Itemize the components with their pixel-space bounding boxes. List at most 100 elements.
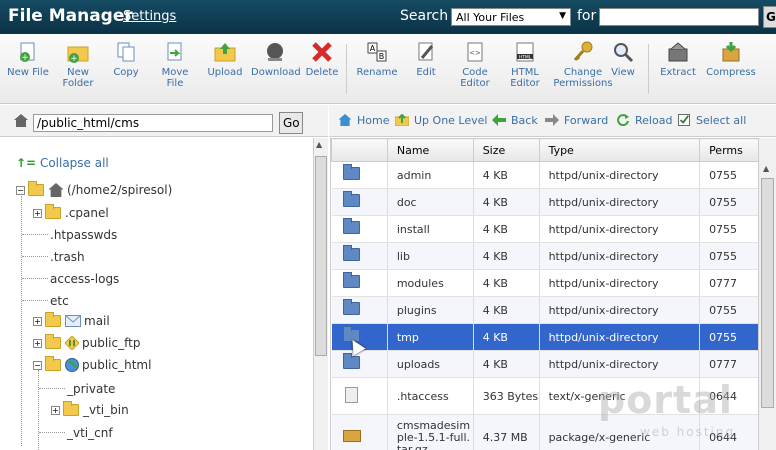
file-size: 4 KB (473, 296, 540, 324)
new-file-label: New File (7, 67, 49, 78)
html-editor-button[interactable]: HTML HTML Editor (505, 40, 545, 89)
tree-item-vti-cnf[interactable]: _vti_cnf (67, 424, 113, 442)
tree-item-label: public_ftp (82, 336, 141, 350)
compress-button[interactable]: Compress (705, 40, 757, 78)
upload-button[interactable]: Upload (206, 40, 244, 78)
file-perms: 0755 (699, 161, 758, 189)
column-perms[interactable]: Perms (699, 138, 758, 162)
file-list-scrollbar-thumb[interactable] (761, 178, 774, 408)
folder-icon (342, 245, 360, 261)
folder-icon (45, 312, 61, 327)
search-scope-select[interactable]: All Your Files ▼ (451, 8, 571, 26)
html-editor-label: HTML Editor (510, 67, 540, 89)
column-size[interactable]: Size (472, 138, 540, 162)
tree-item-vti-bin[interactable]: + _vti_bin (51, 401, 129, 419)
header-bar: File Manager Settings Search All Your Fi… (0, 0, 776, 34)
file-row[interactable]: plugins 4 KB httpd/unix-directory 0755 (331, 296, 758, 324)
path-go-button[interactable]: Go (279, 112, 303, 134)
extract-label: Extract (660, 67, 696, 78)
path-input[interactable]: /public_html/cms (33, 114, 273, 132)
file-type: httpd/unix-directory (539, 161, 701, 189)
tree-item-label: access-logs (50, 272, 120, 286)
nav-reload-button[interactable]: Reload (616, 114, 672, 127)
extract-button[interactable]: Extract (658, 40, 698, 78)
file-list-scrollbar[interactable]: ▲ (758, 138, 776, 450)
tree-scrollbar-thumb[interactable] (315, 156, 327, 356)
tree-item-htpasswds[interactable]: .htpasswds (50, 226, 117, 244)
permissions-key-icon (573, 41, 593, 61)
new-file-button[interactable]: + New File (6, 40, 50, 78)
file-row[interactable]: modules 4 KB httpd/unix-directory 0777 (331, 269, 758, 297)
file-row[interactable]: install 4 KB httpd/unix-directory 0755 (331, 215, 758, 243)
file-size: 4.37 MB (473, 414, 540, 450)
nav-back-label: Back (511, 114, 538, 127)
file-name: uploads (387, 350, 474, 378)
nav-up-one-level-button[interactable]: Up One Level (395, 114, 487, 127)
collapse-toggle-icon: − (16, 185, 25, 195)
tree-scrollbar[interactable]: ▲ (313, 138, 328, 450)
collapse-all-link[interactable]: ↑= Collapse all (16, 156, 109, 170)
download-button[interactable]: Download (251, 40, 301, 78)
back-arrow-icon (492, 114, 506, 126)
new-folder-button[interactable]: + New Folder (56, 40, 100, 89)
tree-item-public-ftp[interactable]: + public_ftp (33, 334, 140, 352)
tree-item-access-logs[interactable]: access-logs (50, 270, 119, 288)
rename-label: Rename (356, 67, 398, 78)
expand-toggle-icon: + (33, 208, 42, 218)
package-icon (342, 430, 361, 442)
move-file-button[interactable]: Move File (158, 40, 192, 89)
nav-select-all-button[interactable]: Select all (677, 114, 746, 127)
file-perms: 0755 (699, 323, 758, 351)
settings-link[interactable]: Settings (123, 9, 176, 24)
code-editor-label: Code Editor (460, 67, 490, 89)
tree-item-label: .cpanel (65, 206, 109, 220)
column-type[interactable]: Type (538, 138, 701, 162)
search-go-button[interactable]: Go (763, 6, 776, 28)
code-editor-icon: <> (467, 42, 483, 62)
scroll-up-arrow-icon[interactable]: ▲ (316, 140, 322, 149)
copy-button[interactable]: Copy (110, 40, 142, 78)
file-name: modules (387, 269, 474, 297)
tree-item-cpanel[interactable]: + .cpanel (33, 204, 109, 222)
search-input[interactable] (599, 8, 759, 26)
file-name: doc (387, 188, 474, 216)
file-name: cmsmadesimple-1.5.1-full.tar.gz (387, 414, 474, 450)
code-editor-button[interactable]: <> Code Editor (457, 40, 493, 89)
tree-item-trash[interactable]: .trash (50, 248, 85, 266)
checkbox-checked-icon (678, 114, 690, 126)
scroll-up-arrow-icon[interactable]: ▲ (763, 164, 769, 173)
nav-home-button[interactable]: Home (338, 114, 389, 127)
tree-item-label: .trash (50, 250, 85, 264)
folder-icon (45, 204, 61, 219)
mail-envelope-icon (65, 315, 81, 327)
tree-root[interactable]: − (/home2/spiresol) (16, 181, 172, 199)
file-row[interactable]: lib 4 KB httpd/unix-directory 0755 (331, 242, 758, 270)
file-row[interactable]: uploads 4 KB httpd/unix-directory 0777 (331, 350, 758, 378)
nav-back-button[interactable]: Back (492, 114, 538, 127)
file-row[interactable]: doc 4 KB httpd/unix-directory 0755 (331, 188, 758, 216)
tree-item-etc[interactable]: etc (50, 292, 69, 310)
file-size: 4 KB (473, 242, 540, 270)
file-type: httpd/unix-directory (539, 188, 701, 216)
file-size: 4 KB (473, 269, 540, 297)
tree-item-private[interactable]: _private (67, 380, 115, 398)
file-perms: 0755 (699, 242, 758, 270)
download-label: Download (251, 67, 301, 78)
file-row-selected[interactable]: tmp 4 KB httpd/unix-directory 0755 (331, 323, 758, 351)
edit-button[interactable]: Edit (412, 40, 440, 78)
folder-open-icon (45, 356, 61, 371)
change-permissions-button[interactable]: Change Permissions (552, 40, 614, 89)
column-name[interactable]: Name (386, 138, 474, 162)
file-row[interactable]: admin 4 KB httpd/unix-directory 0755 (331, 161, 758, 189)
delete-button[interactable]: Delete (305, 40, 339, 78)
file-size: 4 KB (473, 188, 540, 216)
copy-icon (117, 42, 135, 62)
folder-icon (45, 334, 61, 349)
view-button[interactable]: View (609, 40, 637, 78)
tree-item-public-html[interactable]: − public_html (33, 356, 151, 374)
tree-item-mail[interactable]: + mail (33, 312, 110, 330)
nav-forward-button[interactable]: Forward (545, 114, 608, 127)
rename-button[interactable]: AB Rename (355, 40, 399, 78)
delete-label: Delete (305, 67, 339, 78)
home-icon (338, 114, 352, 126)
